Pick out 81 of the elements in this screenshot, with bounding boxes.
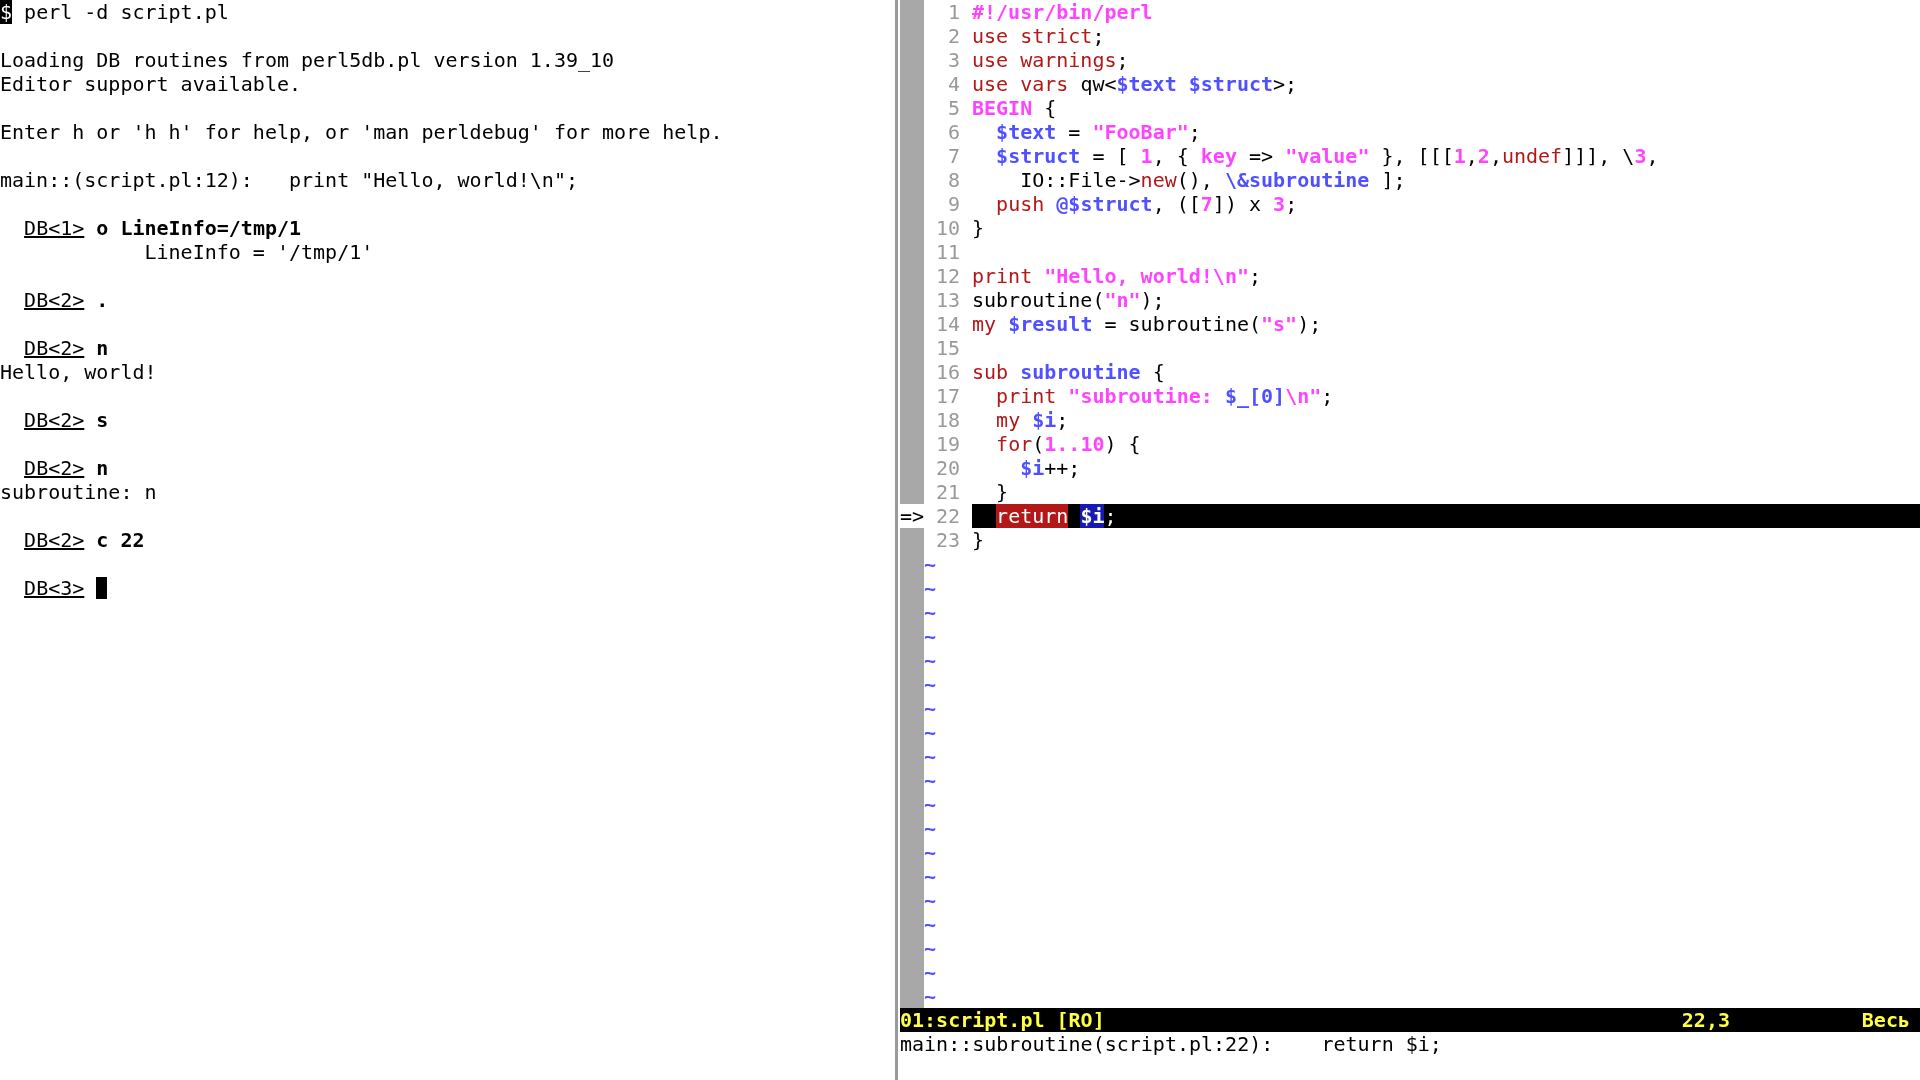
shell-command-line: $ perl -d script.pl	[0, 0, 229, 24]
debugger-prompt-line: DB<2> .	[23, 288, 109, 312]
line-number: 1	[946, 0, 960, 24]
code-line: use vars qw<$text $struct>;	[972, 72, 1298, 96]
empty-line-marker: ~	[924, 552, 937, 576]
debugger-prompt-line: DB<2> n	[23, 336, 109, 360]
code-line: }	[972, 528, 985, 552]
line-number: 21	[934, 480, 960, 504]
line-number: 8	[946, 168, 960, 192]
empty-line-marker: ~	[924, 624, 937, 648]
line-number: 6	[946, 120, 960, 144]
code-line: for(1..10) {	[995, 432, 1141, 456]
code-line: push @$struct, ([7]) x 3;	[995, 192, 1298, 216]
code-line: #!/usr/bin/perl	[972, 0, 1153, 24]
empty-line-marker: ~	[924, 600, 937, 624]
output-line: Enter h or 'h h' for help, or 'man perldebug' for more help.	[0, 120, 723, 144]
code-line: }	[995, 480, 1009, 504]
output-line: LineInfo = '/tmp/1'	[143, 240, 374, 264]
line-number: 12	[934, 264, 960, 288]
line-number: 4	[946, 72, 960, 96]
output-line: Hello, world!	[0, 360, 157, 384]
code-line: print "subroutine: $_[0]\n";	[995, 384, 1334, 408]
empty-line-marker: ~	[924, 696, 937, 720]
line-number: 11	[934, 240, 960, 264]
code-line: subroutine("n");	[972, 288, 1165, 312]
code-line: my $i;	[995, 408, 1069, 432]
line-number: 5	[946, 96, 960, 120]
code-line: use warnings;	[972, 48, 1129, 72]
line-number: 15	[934, 336, 960, 360]
empty-line-marker: ~	[924, 840, 937, 864]
empty-line-marker: ~	[924, 864, 937, 888]
empty-line-marker: ~	[924, 888, 937, 912]
code-line: IO::File->new(), \&subroutine ];	[1019, 168, 1406, 192]
debugger-prompt-line: DB<2> c 22	[23, 528, 145, 552]
debugger-prompt-line: DB<2> n	[23, 456, 109, 480]
output-line: main::(script.pl:12): print "Hello, world!\n";	[0, 168, 578, 192]
empty-line-marker: ~	[924, 936, 937, 960]
code-line: }	[972, 216, 985, 240]
code-line: my $result = subroutine("s");	[972, 312, 1322, 336]
line-number: 10	[934, 216, 960, 240]
code-line: sub subroutine {	[972, 360, 1165, 384]
line-number: 18	[934, 408, 960, 432]
line-number: 23	[934, 528, 960, 552]
line-number: 14	[934, 312, 960, 336]
empty-line-marker: ~	[924, 720, 937, 744]
empty-line-marker: ~	[924, 672, 937, 696]
code-line: $i++;	[1019, 456, 1081, 480]
output-line: Editor support available.	[0, 72, 302, 96]
code-line: BEGIN {	[972, 96, 1057, 120]
code-line: print "Hello, world!\n";	[972, 264, 1261, 288]
line-number: 19	[934, 432, 960, 456]
empty-line-marker: ~	[924, 984, 937, 1008]
output-line: Loading DB routines from perl5db.pl version 1.39_10	[0, 48, 615, 72]
line-number: 9	[946, 192, 960, 216]
debugger-prompt-line: DB<3>	[23, 576, 86, 600]
empty-line-marker: ~	[924, 912, 937, 936]
line-number: 22	[934, 504, 960, 528]
code-line: $text = "FooBar";	[995, 120, 1201, 144]
output-line: subroutine: n	[0, 480, 157, 504]
empty-line-marker: ~	[924, 960, 937, 984]
empty-line-marker: ~	[924, 792, 937, 816]
scroll-position: Весь	[1861, 1008, 1910, 1032]
empty-line-marker: ~	[924, 816, 937, 840]
code-line: $struct = [ 1, { key => "value" }, [[[1,2,undef]]], \3,	[995, 144, 1659, 168]
line-number: 3	[946, 48, 960, 72]
line-number: 7	[946, 144, 960, 168]
line-number: 2	[946, 24, 960, 48]
debugger-prompt-line: DB<2> s	[23, 408, 109, 432]
cursor-position: 22,3	[1681, 1008, 1731, 1032]
line-number: 13	[934, 288, 960, 312]
debugger-prompt-line: DB<1> o LineInfo=/tmp/1	[23, 216, 302, 240]
line-number: 17	[934, 384, 960, 408]
file-name: 01:script.pl [RO]	[900, 1008, 1106, 1032]
empty-line-marker: ~	[924, 576, 937, 600]
line-number: 20	[934, 456, 960, 480]
empty-line-marker: ~	[924, 648, 937, 672]
empty-line-marker: ~	[924, 768, 937, 792]
empty-line-marker: ~	[924, 744, 937, 768]
code-line: use strict;	[972, 24, 1105, 48]
line-number: 16	[934, 360, 960, 384]
command-line: main::subroutine(script.pl:22): return $i;	[900, 1032, 1443, 1056]
